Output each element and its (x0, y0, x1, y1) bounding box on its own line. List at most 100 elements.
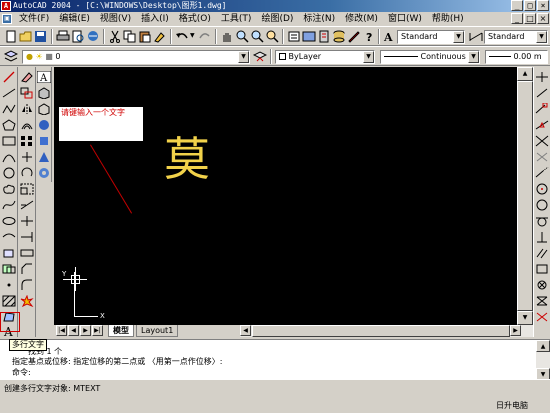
menu-view[interactable]: 视图(V) (95, 12, 136, 26)
wedge-icon[interactable] (37, 103, 51, 115)
tab-model[interactable]: 模型 (108, 325, 134, 337)
text-style-select[interactable]: Standard ▼ (397, 30, 465, 44)
rotate-icon[interactable] (20, 167, 34, 179)
text-icon[interactable]: A (37, 71, 51, 83)
snap-node-icon[interactable] (535, 279, 549, 291)
vertical-scrollbar[interactable]: ▲ ▼ (517, 67, 533, 325)
layer-select[interactable]: ● ☀ ■ 0 ▼ (22, 50, 250, 64)
linetype-select[interactable]: Continuous ▼ (380, 50, 480, 64)
ellipse-icon[interactable] (2, 215, 16, 227)
drawn-text[interactable]: 莫 (164, 133, 210, 185)
array-icon[interactable] (20, 135, 34, 147)
chevron-down-icon[interactable]: ▼ (453, 31, 464, 43)
doc-restore-button[interactable]: □ (524, 13, 536, 24)
scroll-down-icon[interactable]: ▼ (517, 311, 533, 325)
menu-tools[interactable]: 工具(T) (216, 12, 257, 26)
snap-midpoint-icon[interactable] (535, 119, 549, 131)
command-prompt[interactable]: 命令: (12, 367, 31, 378)
publish-icon[interactable] (86, 30, 100, 43)
layer-manager-icon[interactable] (4, 50, 18, 63)
zoom-previous-icon[interactable] (265, 30, 279, 43)
text-style-icon[interactable]: A (382, 30, 396, 43)
last-tab-icon[interactable]: ▶| (92, 325, 103, 336)
explode-icon[interactable] (20, 295, 34, 307)
torus-icon[interactable] (37, 167, 51, 179)
redo-icon[interactable] (198, 30, 212, 43)
design-center-icon[interactable] (302, 30, 316, 43)
menu-file[interactable]: 文件(F) (14, 12, 54, 26)
chevron-down-icon[interactable]: ▼ (468, 51, 479, 63)
mirror-icon[interactable] (20, 103, 34, 115)
menu-help[interactable]: 帮助(H) (427, 12, 469, 26)
line-icon[interactable] (2, 71, 16, 83)
doc-minimize-button[interactable]: _ (511, 13, 523, 24)
scroll-up-icon[interactable]: ▲ (517, 67, 533, 81)
make-block-icon[interactable] (2, 263, 16, 275)
next-tab-icon[interactable]: ▶ (80, 325, 91, 336)
dbconnect-icon[interactable] (332, 30, 346, 43)
menu-dimension[interactable]: 标注(N) (298, 12, 340, 26)
drawing-canvas[interactable]: 请键输入一个文字 莫 Y X (54, 67, 517, 325)
scroll-right-icon[interactable]: ▶ (510, 325, 521, 336)
paste-icon[interactable] (138, 30, 152, 43)
menu-draw[interactable]: 绘图(D) (256, 12, 298, 26)
snap-intersection-icon[interactable] (535, 135, 549, 147)
snap-nearest-icon[interactable] (535, 295, 549, 307)
snap-tangent-icon[interactable] (535, 215, 549, 227)
print-icon[interactable] (56, 30, 70, 43)
scale-icon[interactable] (20, 183, 34, 195)
zoom-window-icon[interactable] (250, 30, 264, 43)
color-select[interactable]: ByLayer ▼ (275, 50, 375, 64)
close-button[interactable]: × (537, 0, 549, 11)
box-icon[interactable] (37, 87, 51, 99)
tab-layout1[interactable]: Layout1 (136, 325, 179, 337)
scroll-left-icon[interactable]: ◀ (240, 325, 251, 336)
copy-icon[interactable] (123, 30, 137, 43)
menu-format[interactable]: 格式(O) (174, 12, 216, 26)
cut-icon[interactable] (108, 30, 122, 43)
revision-cloud-icon[interactable] (2, 183, 16, 195)
zoom-realtime-icon[interactable] (235, 30, 249, 43)
make-layer-current-icon[interactable] (253, 50, 267, 63)
snap-perpendicular-icon[interactable] (535, 231, 549, 243)
rectangle-icon[interactable] (2, 135, 16, 147)
break-icon[interactable] (20, 247, 34, 259)
temp-tracking-icon[interactable] (535, 71, 549, 83)
arc-icon[interactable] (2, 151, 16, 163)
snap-apparent-icon[interactable] (535, 151, 549, 163)
menu-edit[interactable]: 编辑(E) (54, 12, 95, 26)
menu-modify[interactable]: 修改(M) (340, 12, 383, 26)
document-icon[interactable]: ▣ (2, 14, 12, 24)
command-scrollbar[interactable]: ▲ ▼ (536, 340, 550, 380)
save-icon[interactable] (34, 30, 48, 43)
command-window[interactable]: 找到 1 个 指定基点或位移: 指定位移的第二点或 〈用第一点作位移〉: 命令:… (0, 339, 550, 380)
dim-style-select[interactable]: Standard ▼ (484, 30, 548, 44)
new-file-icon[interactable] (4, 30, 18, 43)
hscroll-thumb[interactable] (252, 325, 510, 337)
properties-icon[interactable] (287, 30, 301, 43)
copy-object-icon[interactable] (20, 87, 34, 99)
minimize-button[interactable]: _ (511, 0, 523, 11)
stretch-icon[interactable] (20, 199, 34, 211)
snap-endpoint-icon[interactable] (535, 103, 549, 115)
extend-icon[interactable] (20, 231, 34, 243)
fillet-icon[interactable] (20, 279, 34, 291)
chevron-down-icon[interactable]: ▼ (363, 51, 374, 63)
mtext-editor-box[interactable]: 请键输入一个文字 (59, 107, 143, 141)
cone-icon[interactable] (37, 151, 51, 163)
snap-quadrant-icon[interactable] (535, 199, 549, 211)
sphere-icon[interactable] (37, 119, 51, 131)
horizontal-scrollbar[interactable]: ◀ ▶ (240, 325, 533, 337)
doc-close-button[interactable]: × (537, 13, 549, 24)
menu-window[interactable]: 窗口(W) (383, 12, 427, 26)
snap-center-icon[interactable] (535, 183, 549, 195)
first-tab-icon[interactable]: |◀ (56, 325, 67, 336)
match-properties-icon[interactable] (153, 30, 167, 43)
open-folder-icon[interactable] (19, 30, 33, 43)
polygon-icon[interactable] (2, 119, 16, 131)
undo-dropdown-icon[interactable]: ▼ (190, 32, 195, 39)
polyline-icon[interactable] (2, 103, 16, 115)
maximize-button[interactable]: □ (524, 0, 536, 11)
help-icon[interactable]: ? (362, 30, 376, 43)
chevron-down-icon[interactable]: ▼ (238, 51, 249, 63)
